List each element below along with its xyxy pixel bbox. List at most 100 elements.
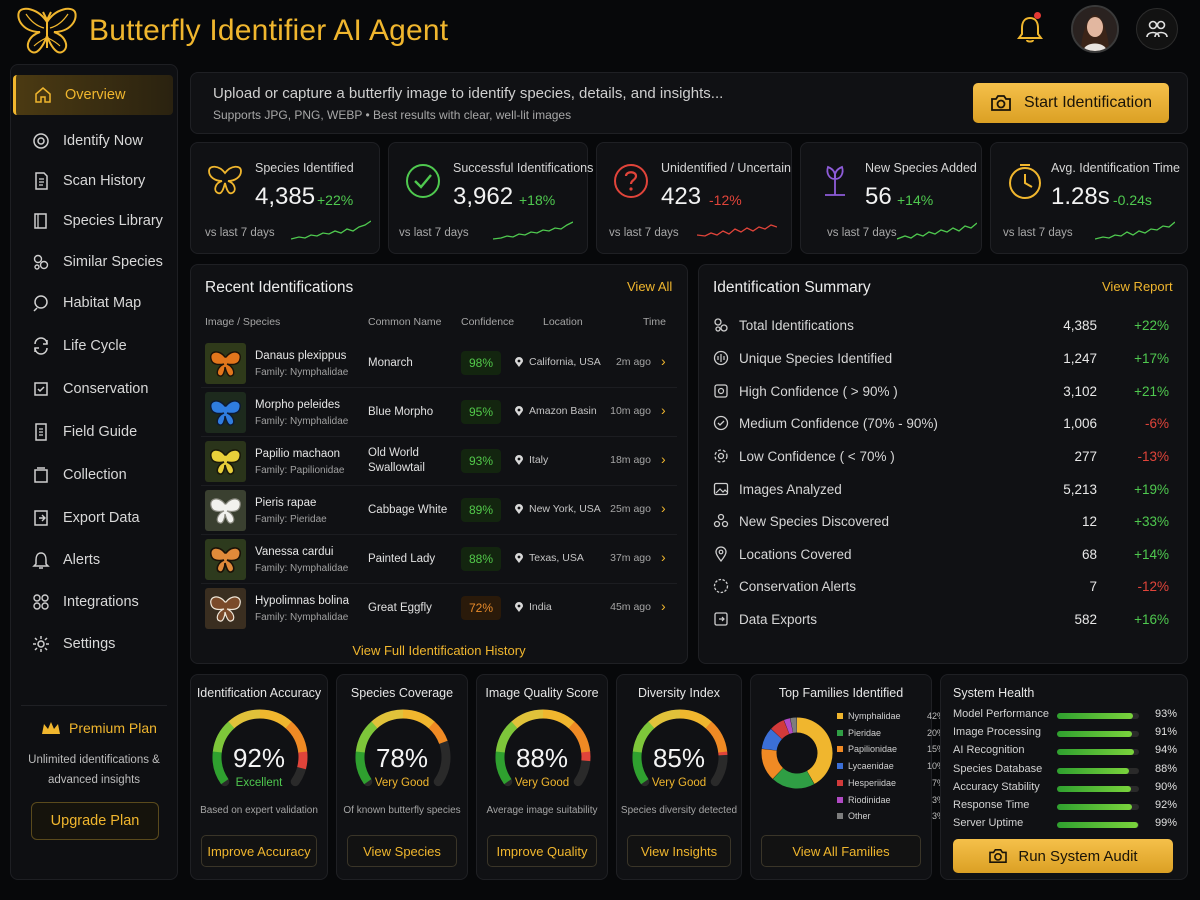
sidebar-item-integrations[interactable]: Integrations — [11, 582, 177, 622]
legend-label: Riodinidae — [848, 794, 891, 805]
improve-quality-button[interactable]: Improve Quality — [487, 835, 597, 867]
sidebar-item-settings[interactable]: Settings — [11, 624, 177, 664]
sidebar-item-similar-species[interactable]: Similar Species — [11, 242, 177, 282]
chevron-right-icon[interactable]: › — [661, 598, 666, 614]
sidebar-item-scan-history[interactable]: Scan History — [11, 161, 177, 201]
sidebar-item-collection[interactable]: Collection — [11, 455, 177, 495]
start-identification-label: Start Identification — [1023, 94, 1153, 111]
chevron-right-icon[interactable]: › — [661, 500, 666, 516]
stack-icon — [714, 318, 728, 332]
health-label: Species Database — [953, 762, 1043, 775]
table-row[interactable]: Pieris rapae Family: Pieridae Cabbage Wh… — [201, 486, 677, 535]
donut-slice-nymphalidae[interactable] — [796, 717, 833, 784]
common-name: Great Eggfly — [368, 602, 432, 614]
view-report-link[interactable]: View Report — [1102, 279, 1173, 294]
upgrade-plan-button[interactable]: Upgrade Plan — [31, 802, 159, 840]
species-family: Family: Nymphalidae — [255, 563, 349, 574]
premium-title: Premium Plan — [41, 720, 157, 736]
sidebar-item-life-cycle[interactable]: Life Cycle — [11, 326, 177, 366]
health-bar-fill — [1057, 785, 1131, 792]
donut-slice-lycaenidae[interactable] — [761, 728, 783, 751]
sidebar-item-label: Export Data — [63, 510, 140, 526]
gauge-fill-segment — [371, 709, 404, 729]
column-header: Time — [643, 316, 666, 328]
gauge-description: Of known butterfly species — [343, 805, 461, 816]
donut-slice-riodinidae[interactable] — [783, 718, 794, 734]
upload-bar[interactable]: Upload or capture a butterfly image to i… — [190, 72, 1188, 134]
chevron-right-icon[interactable]: › — [661, 402, 666, 418]
sidebar-item-label: Similar Species — [63, 254, 163, 270]
chevron-right-icon[interactable]: › — [661, 353, 666, 369]
common-name: Monarch — [368, 357, 413, 369]
run-system-audit-button[interactable]: Run System Audit — [953, 839, 1173, 873]
table-row[interactable]: Vanessa cardui Family: Nymphalidae Paint… — [201, 535, 677, 584]
gauge-fill-segment — [542, 709, 575, 729]
target-icon — [33, 133, 49, 149]
summary-label: Conservation Alerts — [739, 578, 857, 594]
pin-icon — [515, 405, 523, 416]
table-row[interactable]: Morpho peleides Family: Nymphalidae Blue… — [201, 388, 677, 437]
sidebar-item-overview[interactable]: Overview — [13, 75, 173, 115]
health-bar-fill — [1057, 804, 1133, 810]
butterfly-logo-icon — [17, 7, 77, 54]
sidebar-item-habitat-map[interactable]: Habitat Map — [11, 283, 177, 323]
sidebar-item-identify-now[interactable]: Identify Now — [11, 121, 177, 161]
common-name: Blue Morpho — [368, 406, 434, 418]
donut-slice-papilionidae[interactable] — [761, 748, 784, 779]
summary-value: 12 — [1081, 513, 1097, 529]
team-button[interactable] — [1136, 8, 1178, 50]
card-title: Species Coverage — [350, 686, 454, 700]
bell-icon[interactable] — [1016, 14, 1044, 44]
start-identification-button[interactable]: Start Identification — [973, 83, 1169, 123]
sidebar-item-alerts[interactable]: Alerts — [11, 540, 177, 580]
sidebar-item-export-data[interactable]: Export Data — [11, 498, 177, 538]
butterfly-thumbnail — [205, 441, 246, 482]
butterfly-thumbnail — [205, 343, 246, 384]
sidebar-item-conservation[interactable]: Conservation — [11, 369, 177, 409]
card-title: Identification Accuracy — [196, 686, 322, 700]
sidebar-item-field-guide[interactable]: Field Guide — [11, 412, 177, 452]
badge-icon — [714, 384, 728, 398]
confidence-badge: 98% — [461, 351, 501, 375]
donut-slice-pieridae[interactable] — [772, 767, 815, 789]
view-insights-button[interactable]: View Insights — [627, 835, 731, 867]
stat-comparison: vs last 7 days — [1003, 227, 1073, 239]
health-bar-fill — [1057, 731, 1132, 738]
crown-icon — [42, 722, 60, 734]
sidebar-item-label: Scan History — [63, 173, 146, 189]
location: California, USA — [515, 356, 601, 368]
improve-accuracy-button[interactable]: Improve Accuracy — [201, 835, 317, 867]
species-family: Family: Papilionidae — [255, 465, 345, 476]
sidebar-item-species-library[interactable]: Species Library — [11, 201, 177, 241]
chart-title: Top Families Identified — [778, 686, 904, 700]
question-circle-icon — [614, 164, 648, 198]
gauge-fill-segment — [259, 709, 292, 729]
table-row[interactable]: Papilio machaon Family: Papilionidae Old… — [201, 437, 677, 486]
summary-label: Images Analyzed — [739, 481, 842, 497]
stat-label: Successful Identifications — [453, 161, 594, 175]
species-family: Family: Nymphalidae — [255, 367, 349, 378]
pin-icon — [515, 552, 523, 563]
donut-slice-hesperiidae[interactable] — [771, 720, 790, 740]
species-name: Danaus plexippus — [255, 350, 347, 362]
chevron-right-icon[interactable]: › — [661, 451, 666, 467]
document-icon — [35, 172, 48, 190]
pin-icon — [515, 356, 523, 367]
avatar[interactable] — [1071, 5, 1119, 53]
summary-value: 1,006 — [1063, 415, 1097, 431]
table-row[interactable]: Hypolimnas bolina Family: Nymphalidae Gr… — [201, 584, 677, 633]
compare-icon — [33, 254, 49, 270]
summary-row: Data Exports 582 +16% — [713, 603, 1171, 635]
column-header: Common Name — [368, 316, 442, 328]
recent-identifications-panel: Recent Identifications View All Image / … — [190, 264, 688, 664]
upload-hint: Supports JPG, PNG, WEBP • Best results w… — [213, 108, 572, 122]
summary-value: 1,247 — [1063, 350, 1097, 366]
gauge-description: Species diversity detected — [620, 805, 738, 816]
chevron-right-icon[interactable]: › — [661, 549, 666, 565]
stat-change: -12% — [709, 192, 742, 208]
view-species-button[interactable]: View Species — [347, 835, 457, 867]
table-row[interactable]: Danaus plexippus Family: Nymphalidae Mon… — [201, 339, 677, 388]
view-all-link[interactable]: View All — [627, 279, 672, 294]
view-full-history-link[interactable]: View Full Identification History — [191, 643, 687, 658]
view-all-families-button[interactable]: View All Families — [761, 835, 921, 867]
